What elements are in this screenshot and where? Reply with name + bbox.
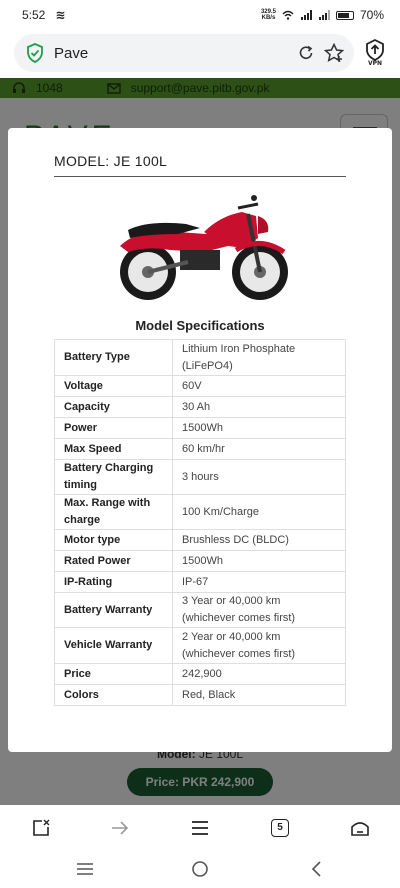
url-text: Pave [54,44,89,62]
forward-icon[interactable] [109,817,131,839]
specs-table: Battery Type Lithium Iron Phosphate (LiFe… [54,339,346,706]
spec-row: Vehicle Warranty 2 Year or 40,000 km (whi… [54,627,346,664]
spec-row: IP-Rating IP-67 [54,571,346,593]
spec-value: 2 Year or 40,000 km (whichever comes fir… [172,627,346,664]
specs-heading: Model Specifications [135,318,265,333]
signal-icon [300,10,312,20]
spec-key: Max Speed [54,438,173,460]
title-divider [54,176,346,177]
spec-row: Rated Power 1500Wh [54,550,346,572]
svg-text:VPN: VPN [368,60,382,66]
spec-key: Battery Charging timing [54,459,173,495]
spec-row: Colors Red, Black [54,684,346,706]
tabs-count-button[interactable]: 5 [271,819,289,837]
signal-icon-2 [318,10,330,20]
spec-row: Voltage 60V [54,375,346,397]
spec-value: 3 hours [172,459,346,495]
back-icon[interactable] [310,860,322,878]
spec-row: Max. Range with charge 100 Km/Charge [54,494,346,530]
status-icons: 329.5 KB/s 70% [261,8,384,22]
wifi-icon [282,10,294,20]
spec-row: Max Speed 60 km/hr [54,438,346,460]
spec-key: Battery Warranty [54,592,173,628]
home-button-icon[interactable] [191,860,209,878]
spec-value: 242,900 [172,663,346,685]
spec-row: Battery Warranty 3 Year or 40,000 km (whi… [54,592,346,628]
spec-value: 1500Wh [172,550,346,572]
reload-icon[interactable] [298,45,314,61]
address-bar[interactable]: Pave [14,34,354,72]
spec-key: Colors [54,684,173,706]
battery-icon [335,10,354,20]
spec-key: Rated Power [54,550,173,572]
recent-apps-icon[interactable] [76,862,94,876]
vpn-icon[interactable]: VPN [363,38,387,66]
spec-key: Motor type [54,529,173,551]
star-icon[interactable] [324,43,344,63]
spec-value: 60 km/hr [172,438,346,460]
model-details-modal: MODEL: JE 100L Model Specifications Batt… [8,128,392,752]
network-speed: 329.5 KB/s [261,9,276,21]
browser-bottom-nav: 5 [0,805,400,850]
home-icon[interactable] [349,817,371,839]
system-navigation-bar [0,850,400,888]
spec-value: Brushless DC (BLDC) [172,529,346,551]
spec-key: Voltage [54,375,173,397]
spec-key: IP-Rating [54,571,173,593]
spec-key: Price [54,663,173,685]
spec-value: IP-67 [172,571,346,593]
status-time: 5:52 [22,8,46,22]
spec-value: 3 Year or 40,000 km (whichever comes fir… [172,592,346,628]
spec-row: Price 242,900 [54,663,346,685]
shield-check-icon[interactable] [26,43,44,63]
spec-row: Capacity 30 Ah [54,396,346,418]
menu-icon[interactable] [189,817,211,839]
spec-row: Power 1500Wh [54,417,346,439]
spec-value: 30 Ah [172,396,346,418]
new-tab-icon[interactable] [30,817,52,839]
network-speed-unit: KB/s [261,15,276,21]
motorcycle-image [120,195,288,300]
spec-value: 100 Km/Charge [172,494,346,530]
notification-icon: ≋ [55,8,66,22]
modal-title: MODEL: JE 100L [54,153,168,169]
spec-key: Power [54,417,173,439]
spec-value: 1500Wh [172,417,346,439]
spec-row: Battery Type Lithium Iron Phosphate (LiFe… [54,339,346,376]
spec-key: Capacity [54,396,173,418]
spec-value: 60V [172,375,346,397]
spec-value: Red, Black [172,684,346,706]
spec-row: Motor type Brushless DC (BLDC) [54,529,346,551]
spec-value: Lithium Iron Phosphate (LiFePO4) [172,339,346,376]
spec-key: Battery Type [54,339,173,376]
battery-percent: 70% [359,8,384,22]
status-bar: 5:52 ≋ 329.5 KB/s 70% [0,0,400,30]
spec-key: Vehicle Warranty [54,627,173,664]
browser-toolbar: Pave VPN [0,30,400,78]
spec-row: Battery Charging timing 3 hours [54,459,346,495]
spec-key: Max. Range with charge [54,494,173,530]
